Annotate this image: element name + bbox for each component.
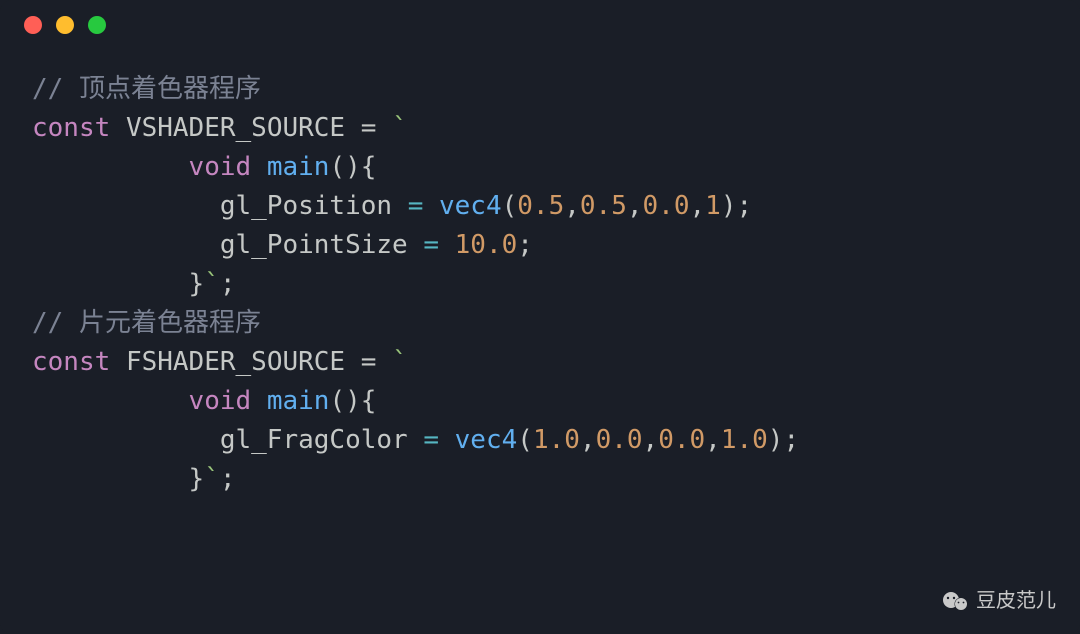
code-line: gl_Position = vec4(0.5,0.5,0.0,1); (32, 187, 1048, 226)
zoom-icon[interactable] (88, 16, 106, 34)
code-line: gl_PointSize = 10.0; (32, 226, 1048, 265)
keyword-const: const (32, 113, 110, 143)
watermark-text: 豆皮范儿 (976, 586, 1056, 616)
code-line: void main(){ (32, 382, 1048, 421)
close-icon[interactable] (24, 16, 42, 34)
code-line: }`; (32, 460, 1048, 499)
code-line: // 片元着色器程序 (32, 304, 1048, 343)
watermark: 豆皮范儿 (942, 586, 1056, 616)
code-line: gl_FragColor = vec4(1.0,0.0,0.0,1.0); (32, 421, 1048, 460)
code-line: const VSHADER_SOURCE = ` (32, 109, 1048, 148)
minimize-icon[interactable] (56, 16, 74, 34)
code-line: }`; (32, 265, 1048, 304)
code-line: const FSHADER_SOURCE = ` (32, 343, 1048, 382)
comment: // 片元着色器程序 (32, 308, 261, 338)
identifier: VSHADER_SOURCE (126, 113, 345, 143)
comment: // 顶点着色器程序 (32, 74, 261, 104)
wechat-icon (942, 590, 970, 612)
code-line: void main(){ (32, 148, 1048, 187)
code-editor[interactable]: // 顶点着色器程序 const VSHADER_SOURCE = ` void… (0, 50, 1080, 499)
code-window: // 顶点着色器程序 const VSHADER_SOURCE = ` void… (0, 0, 1080, 634)
window-titlebar (0, 0, 1080, 50)
identifier: FSHADER_SOURCE (126, 347, 345, 377)
keyword-const: const (32, 347, 110, 377)
code-line: // 顶点着色器程序 (32, 70, 1048, 109)
